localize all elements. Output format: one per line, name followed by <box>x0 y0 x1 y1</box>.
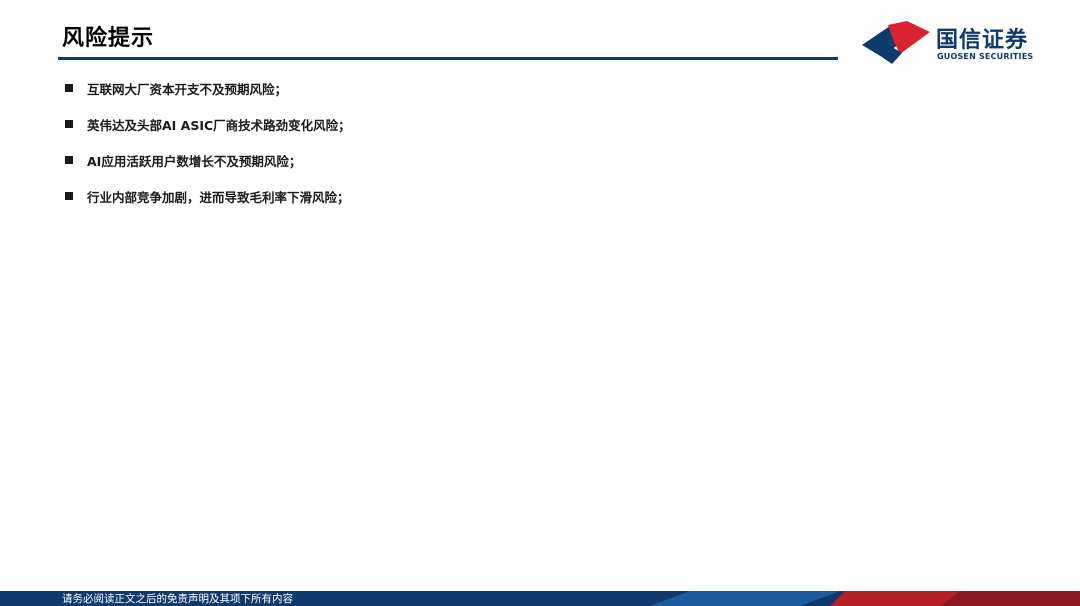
list-item: 英伟达及头部AI ASIC厂商技术路劲变化风险； <box>62 106 351 142</box>
risk-list: 互联网大厂资本开支不及预期风险； 英伟达及头部AI ASIC厂商技术路劲变化风险… <box>62 70 351 214</box>
risk-text: 互联网大厂资本开支不及预期风险； <box>87 81 288 97</box>
risk-text: 英伟达及头部AI ASIC厂商技术路劲变化风险； <box>87 117 351 133</box>
title-underline <box>58 57 838 60</box>
square-bullet-icon <box>65 84 73 92</box>
list-item: AI应用活跃用户数增长不及预期风险； <box>62 142 351 178</box>
company-logo: 国信证券 GUOSEN SECURITIES <box>860 20 1040 68</box>
logo-english-name: GUOSEN SECURITIES <box>937 52 1034 61</box>
logo-chinese-name: 国信证券 <box>936 28 1029 53</box>
risk-text: 行业内部竞争加剧，进而导致毛利率下滑风险； <box>87 189 350 205</box>
page-title: 风险提示 <box>62 26 155 51</box>
square-bullet-icon <box>65 192 73 200</box>
footer-disclaimer: 请务必阅读正文之后的免责声明及其项下所有内容 <box>62 593 293 605</box>
square-bullet-icon <box>65 156 73 164</box>
list-item: 行业内部竞争加剧，进而导致毛利率下滑风险； <box>62 178 351 214</box>
square-bullet-icon <box>65 120 73 128</box>
risk-text: AI应用活跃用户数增长不及预期风险； <box>87 153 302 169</box>
guosen-logo-mark <box>862 21 930 64</box>
list-item: 互联网大厂资本开支不及预期风险； <box>62 70 351 106</box>
